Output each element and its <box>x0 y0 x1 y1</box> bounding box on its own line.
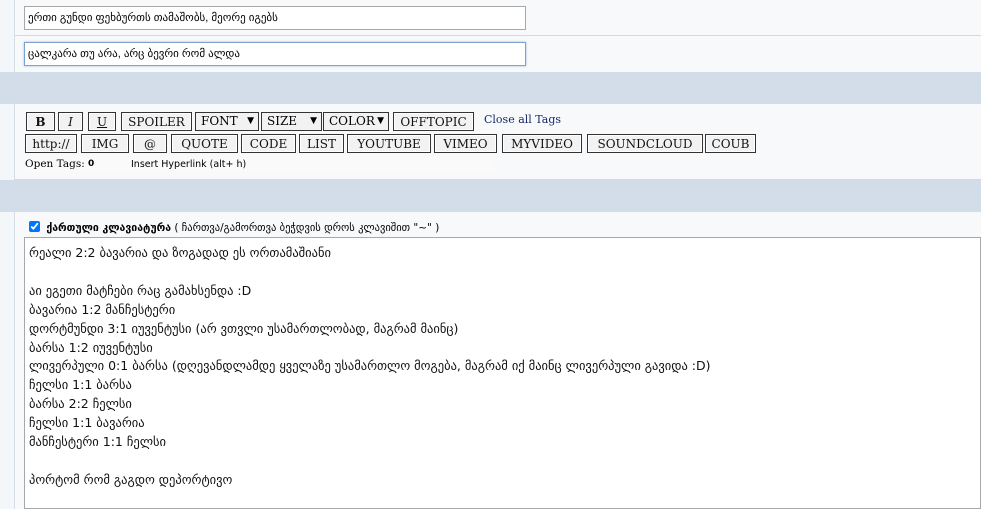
underline-button[interactable]: U <box>88 112 116 131</box>
status-bar: Open Tags: 0 Insert Hyperlink (alt+ h) <box>24 158 494 172</box>
keyboard-note: ( ჩართვა/გამორთვა ბეჭდვის დროს კლავიშით … <box>174 222 440 234</box>
font-select[interactable]: FONT ▼ <box>195 112 259 131</box>
offtopic-button[interactable]: OFFTOPIC <box>393 112 474 131</box>
bold-button[interactable]: B <box>26 112 55 131</box>
coub-button[interactable]: COUB <box>705 134 756 153</box>
vimeo-button[interactable]: VIMEO <box>434 134 497 153</box>
section-divider <box>0 180 981 212</box>
font-select-label: FONT <box>201 114 238 128</box>
color-select[interactable]: COLOR ▼ <box>323 112 389 131</box>
size-select-label: SIZE <box>267 114 298 128</box>
description-input[interactable] <box>24 42 526 66</box>
title-input[interactable] <box>24 6 526 30</box>
quote-button[interactable]: QUOTE <box>171 134 238 153</box>
color-select-label: COLOR <box>329 114 375 128</box>
close-all-tags-link[interactable]: Close all Tags <box>484 113 561 126</box>
list-button[interactable]: LIST <box>299 134 344 153</box>
code-button[interactable]: CODE <box>241 134 296 153</box>
open-tags-count: 0 <box>88 159 95 169</box>
post-body-textarea[interactable]: რეალი 2:2 ბავარია და ზოგადად ეს ორთამაში… <box>24 237 981 509</box>
url-button[interactable]: http:// <box>25 134 77 153</box>
soundcloud-button[interactable]: SOUNDCLOUD <box>587 134 703 153</box>
keyboard-label: ქართული კლავიატურა <box>46 222 172 234</box>
youtube-button[interactable]: YOUTUBE <box>347 134 431 153</box>
chevron-down-icon: ▼ <box>377 116 384 126</box>
img-button[interactable]: IMG <box>81 134 129 153</box>
size-select[interactable]: SIZE ▼ <box>261 112 322 131</box>
myvideo-button[interactable]: MYVIDEO <box>502 134 582 153</box>
keyboard-toggle: ქართული კლავიატურა ( ჩართვა/გამორთვა ბეჭ… <box>29 221 439 234</box>
spoiler-button[interactable]: SPOILER <box>121 112 192 131</box>
email-button[interactable]: @ <box>133 134 167 153</box>
chevron-down-icon: ▼ <box>247 116 254 126</box>
italic-button[interactable]: I <box>58 112 83 131</box>
georgian-keyboard-checkbox[interactable] <box>29 221 40 232</box>
chevron-down-icon: ▼ <box>310 116 317 126</box>
helper-hint: Insert Hyperlink (alt+ h) <box>131 159 247 170</box>
section-divider <box>0 72 981 104</box>
open-tags-label: Open Tags: <box>25 158 85 170</box>
